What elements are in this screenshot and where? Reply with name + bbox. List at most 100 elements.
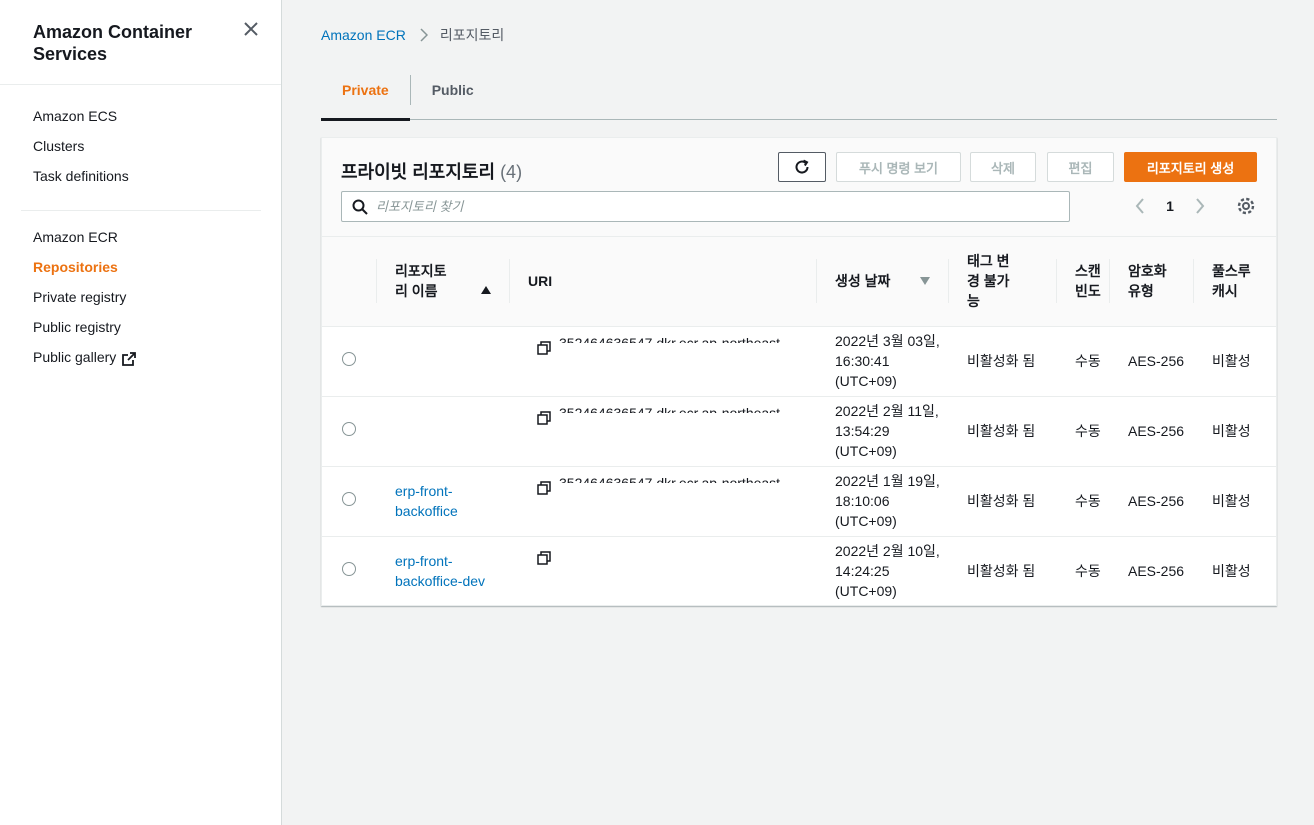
tag-immutability: 비활성화 됨: [948, 466, 1056, 537]
close-icon[interactable]: [243, 21, 259, 37]
row-select-radio[interactable]: [342, 561, 356, 576]
scan-frequency: 수동: [1056, 396, 1109, 467]
sidebar-item-clusters[interactable]: Clusters: [33, 135, 281, 165]
tab-private[interactable]: Private: [321, 72, 410, 121]
page-number[interactable]: 1: [1160, 198, 1180, 214]
repository-uri: 352464636547.dkr.ecr.ap-northeast- 2. b: [559, 403, 789, 463]
panel-title: 프라이빗 리포지토리 (4): [341, 158, 522, 184]
chevron-right-icon[interactable]: [1190, 196, 1210, 216]
pull-through-cache: 비활성: [1193, 326, 1276, 397]
uri-cell: 352464636547.dkr.ecr.ap-northeast- 2. b: [509, 466, 816, 537]
sidebar-header: Amazon Container Services: [0, 0, 281, 85]
column-header-label: URI: [528, 273, 553, 290]
redaction-overlay: [559, 482, 789, 533]
created-date: 2022년 2월 10일, 14:24:25 (UTC+09): [835, 542, 940, 599]
redaction-overlay: [559, 342, 789, 393]
breadcrumb-current: 리포지토리: [439, 27, 505, 43]
redaction-overlay: [559, 412, 789, 463]
sidebar-divider: [21, 210, 261, 211]
uri-cell: 352464636547.dkr.ecr.ap-northeast- 2. b: [509, 396, 816, 467]
tab-public[interactable]: Public: [411, 72, 495, 119]
repositories-panel: 프라이빗 리포지토리 (4) 푸시 명령 보기 삭제 편집 리포지토리 생성 1: [321, 137, 1277, 606]
refresh-icon: [795, 159, 809, 174]
column-header-uri: URI: [509, 237, 816, 327]
pagination: 1: [1130, 196, 1210, 216]
sort-descending-icon: [920, 277, 930, 286]
panel-header: 프라이빗 리포지토리 (4) 푸시 명령 보기 삭제 편집 리포지토리 생성 1: [322, 138, 1276, 237]
table-row[interactable]: erp-front-backoffice 352464636547.dkr.ec…: [322, 466, 1276, 537]
tag-immutability: 비활성화 됨: [948, 326, 1056, 397]
search-input[interactable]: [376, 199, 1069, 214]
column-header-label: 생성 날짜: [835, 273, 891, 290]
table-header-row: 리포지토리 이름 URI 생성 날짜 태그 변경 불가능 스캔 빈도 암호화 유…: [322, 237, 1276, 327]
panel-title-text: 프라이빗 리포지토리: [341, 162, 496, 182]
copy-icon[interactable]: [537, 550, 551, 565]
select-column-header: [322, 237, 376, 327]
create-repository-button[interactable]: 리포지토리 생성: [1124, 152, 1257, 182]
chevron-left-icon[interactable]: [1130, 196, 1150, 216]
search-icon: [352, 199, 368, 215]
sidebar-item-public-registry[interactable]: Public registry: [33, 316, 281, 346]
sidebar-item-repositories[interactable]: Repositories: [33, 256, 281, 286]
edit-button[interactable]: 편집: [1047, 152, 1114, 182]
sidebar-item-public-gallery[interactable]: Public gallery: [33, 346, 281, 376]
column-header-scan: 스캔 빈도: [1056, 237, 1109, 327]
column-header-label: 태그 변경 불가능: [967, 253, 1010, 310]
copy-icon[interactable]: [537, 480, 551, 495]
delete-button[interactable]: 삭제: [970, 152, 1036, 182]
column-header-label: 풀스루 캐시: [1212, 263, 1251, 300]
table-row[interactable]: 352464636547.dkr.ecr.ap-northeast- 2. b …: [322, 326, 1276, 397]
table-row[interactable]: 352464636547.dkr.ecr.ap-northeast- 2. b …: [322, 396, 1276, 467]
sidebar-item-label: Public gallery: [33, 349, 117, 365]
tag-immutability: 비활성화 됨: [967, 562, 1036, 579]
sidebar-title: Amazon Container Services: [33, 22, 193, 64]
column-header-name[interactable]: 리포지토리 이름: [376, 237, 509, 327]
breadcrumb: Amazon ECR 리포지토리: [321, 25, 504, 45]
sidebar-item-amazon-ecr[interactable]: Amazon ECR: [33, 226, 281, 256]
scan-frequency: 수동: [1056, 326, 1109, 397]
sidebar-item-task-definitions[interactable]: Task definitions: [33, 165, 281, 195]
chevron-right-icon: [420, 28, 428, 42]
created-date: 2022년 3월 03일, 16:30:41 (UTC+09): [816, 326, 948, 397]
copy-icon[interactable]: [537, 410, 551, 425]
copy-icon[interactable]: [537, 340, 551, 355]
column-header-tag-immutability: 태그 변경 불가능: [948, 237, 1056, 327]
sidebar-item-amazon-ecs[interactable]: Amazon ECS: [33, 105, 281, 135]
column-header-label: 스캔 빈도: [1075, 263, 1101, 300]
repository-uri: 352464636547.dkr.ecr.ap-northeast- 2. b: [559, 333, 789, 393]
sidebar: Amazon Container Services Amazon ECS Clu…: [0, 0, 282, 825]
sidebar-item-private-registry[interactable]: Private registry: [33, 286, 281, 316]
table-row[interactable]: erp-front-backoffice-dev 2022년 2월 10일, 1…: [322, 536, 1276, 605]
tag-immutability: 비활성화 됨: [948, 396, 1056, 467]
repository-name-link[interactable]: erp-front-backoffice-dev: [395, 553, 485, 589]
encryption-type: AES-256: [1109, 466, 1193, 537]
pull-through-cache: 비활성: [1193, 466, 1276, 537]
repository-name-link[interactable]: erp-front-backoffice: [395, 483, 458, 519]
column-header-label: 리포지토리 이름: [395, 263, 447, 300]
row-select-radio[interactable]: [342, 492, 356, 506]
created-date: 2022년 1월 19일, 18:10:06 (UTC+09): [816, 466, 948, 537]
view-push-commands-button[interactable]: 푸시 명령 보기: [836, 152, 961, 182]
column-header-label: 암호화 유형: [1128, 263, 1167, 300]
registry-tabs: Private Public: [321, 72, 1277, 121]
created-date: 2022년 2월 11일, 13:54:29 (UTC+09): [816, 396, 948, 467]
gear-icon[interactable]: [1236, 196, 1256, 216]
row-select-radio[interactable]: [342, 422, 356, 436]
sidebar-group-ecr: Amazon ECR Repositories Private registry…: [0, 226, 281, 376]
pull-through-cache: 비활성: [1193, 396, 1276, 467]
encryption-type: AES-256: [1128, 562, 1185, 579]
external-link-icon: [122, 350, 137, 372]
encryption-type: AES-256: [1109, 396, 1193, 467]
search-box: [341, 191, 1070, 222]
repository-count: (4): [500, 162, 523, 182]
scan-frequency: 수동: [1075, 562, 1101, 579]
refresh-button[interactable]: [778, 152, 826, 182]
sort-ascending-icon: [481, 286, 491, 295]
column-header-created[interactable]: 생성 날짜: [816, 237, 948, 327]
breadcrumb-amazon-ecr[interactable]: Amazon ECR: [321, 27, 406, 43]
row-select-radio[interactable]: [342, 352, 356, 366]
uri-cell: [509, 536, 816, 605]
repository-uri: 352464636547.dkr.ecr.ap-northeast- 2. b: [559, 473, 789, 533]
column-header-encryption: 암호화 유형: [1109, 237, 1193, 327]
repositories-table: 리포지토리 이름 URI 생성 날짜 태그 변경 불가능 스캔 빈도 암호화 유…: [322, 237, 1276, 605]
